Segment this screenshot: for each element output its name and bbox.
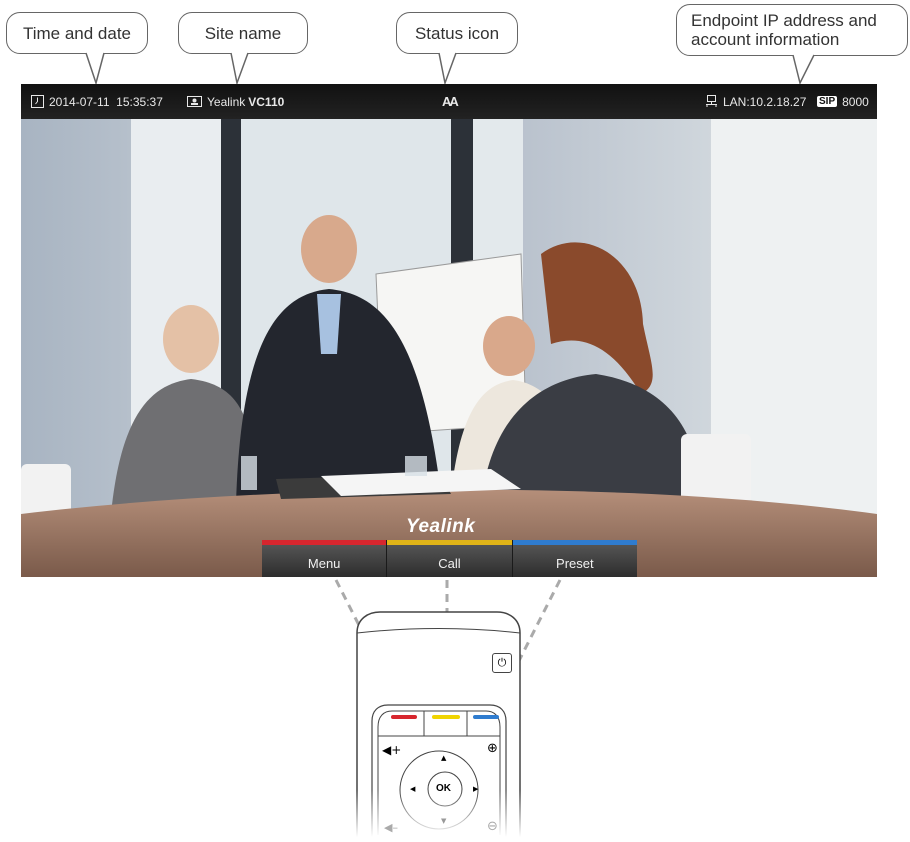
status-bar: 2014-07-11 15:35:37 Yealink VC110 AA LAN… bbox=[21, 84, 877, 119]
monitor-icon bbox=[187, 96, 202, 107]
remote-blue-button[interactable] bbox=[473, 715, 499, 719]
callout-site-name: Site name bbox=[178, 12, 308, 54]
power-icon[interactable]: ⏻ bbox=[492, 653, 512, 673]
callout-status-icon: Status icon bbox=[396, 12, 518, 54]
site-name-display: Yealink VC110 bbox=[187, 95, 284, 109]
softkey-call[interactable]: Call bbox=[387, 540, 513, 577]
softkey-preset-label: Preset bbox=[556, 556, 594, 571]
callout-endpoint-line1: Endpoint IP address and bbox=[691, 11, 877, 30]
clock-icon bbox=[31, 95, 44, 108]
site-model: VC110 bbox=[248, 94, 285, 109]
volume-down-icon[interactable]: ◀– bbox=[384, 821, 398, 834]
callout-endpoint-tail bbox=[792, 54, 815, 86]
status-icon: AA bbox=[442, 94, 459, 109]
softkey-bar: Menu Call Preset bbox=[262, 540, 637, 577]
account-info: SIP 8000 bbox=[817, 95, 869, 109]
lan-text: LAN:10.2.18.27 bbox=[723, 94, 807, 109]
remote-body bbox=[340, 603, 536, 837]
callout-site-name-text: Site name bbox=[204, 23, 282, 43]
yealink-logo: Yealink bbox=[406, 516, 476, 537]
volume-up-icon[interactable]: ◀+ bbox=[382, 743, 401, 757]
site-prefix: Yealink bbox=[207, 94, 246, 109]
ok-button[interactable]: OK bbox=[436, 783, 451, 794]
softkey-call-label: Call bbox=[438, 556, 461, 571]
callout-time-date-text: Time and date bbox=[22, 23, 132, 43]
remote-control: ⏻ ◀+ ⊕ ▲ ◀ ▶ ▼ OK ◀– ⊖ bbox=[340, 603, 536, 837]
softkey-preset[interactable]: Preset bbox=[512, 540, 637, 577]
softkey-menu-stripe bbox=[262, 540, 387, 545]
remote-yellow-button[interactable] bbox=[432, 715, 460, 719]
callout-endpoint-info: Endpoint IP address and account informat… bbox=[676, 4, 908, 56]
callout-endpoint-line2: account information bbox=[691, 30, 840, 49]
network-icon bbox=[706, 95, 717, 107]
datetime-text: 2014-07-11 15:35:37 bbox=[49, 94, 163, 109]
callout-site-name-tail bbox=[230, 52, 249, 86]
callout-time-date: Time and date bbox=[6, 12, 148, 54]
softkey-menu-label: Menu bbox=[307, 556, 341, 571]
callout-time-date-tail bbox=[85, 52, 105, 86]
account-text: 8000 bbox=[842, 94, 869, 109]
remote-red-button[interactable] bbox=[391, 715, 417, 719]
dpad-down-icon[interactable]: ▼ bbox=[441, 817, 446, 825]
softkey-call-stripe bbox=[387, 540, 512, 545]
callout-status-icon-text: Status icon bbox=[414, 23, 500, 43]
callout-status-icon-tail bbox=[438, 52, 457, 86]
conference-room-image bbox=[21, 119, 877, 577]
network-info: LAN:10.2.18.27 bbox=[705, 95, 806, 109]
softkey-preset-stripe bbox=[512, 540, 637, 545]
zoom-in-icon[interactable]: ⊕ bbox=[487, 741, 498, 756]
video-screen: 2014-07-11 15:35:37 Yealink VC110 AA LAN… bbox=[21, 84, 877, 577]
datetime-display: 2014-07-11 15:35:37 bbox=[31, 95, 163, 109]
zoom-out-icon[interactable]: ⊖ bbox=[487, 819, 498, 834]
dpad-left-icon[interactable]: ◀ bbox=[410, 785, 415, 793]
softkey-menu[interactable]: Menu bbox=[262, 540, 388, 577]
sip-badge: SIP bbox=[817, 96, 838, 107]
dpad-up-icon[interactable]: ▲ bbox=[441, 754, 446, 762]
status-icon-text: AA bbox=[442, 94, 459, 109]
dpad-right-icon[interactable]: ▶ bbox=[473, 785, 478, 793]
